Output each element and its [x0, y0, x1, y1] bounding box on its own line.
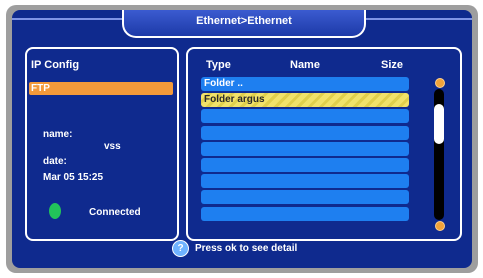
protocol-ftp-item[interactable]: FTP — [29, 82, 173, 95]
scrollbar[interactable] — [434, 89, 444, 220]
date-label: date: — [43, 156, 67, 167]
name-label: name: — [43, 129, 73, 140]
name-value: vss — [104, 141, 121, 152]
ip-config-panel: IP Config FTP name: vss date: Mar 05 15:… — [25, 47, 179, 241]
window-title: Ethernet>Ethernet — [122, 10, 366, 38]
help-hint: ? Press ok to see detail — [172, 238, 297, 258]
date-value: Mar 05 15:25 — [43, 172, 104, 183]
file-row-selected[interactable]: Folder argus — [201, 93, 409, 108]
question-icon: ? — [172, 239, 189, 257]
file-row-empty[interactable] — [201, 157, 409, 172]
scrollbar-thumb[interactable] — [434, 104, 444, 144]
column-header-size: Size — [381, 59, 404, 71]
file-row-parent[interactable]: Folder .. — [201, 77, 409, 91]
column-header-name: Name — [290, 59, 320, 71]
file-row-empty[interactable] — [201, 206, 409, 221]
column-header-type: Type — [206, 59, 231, 71]
file-row-empty[interactable] — [201, 109, 409, 124]
file-list: Folder .. Folder argus — [201, 77, 409, 231]
file-row-empty[interactable] — [201, 125, 409, 140]
hint-text: Press ok to see detail — [195, 242, 298, 254]
scroll-down-icon[interactable] — [435, 221, 445, 231]
menu-screen: Ethernet>Ethernet IP Config FTP name: vs… — [12, 10, 472, 268]
file-browser-panel: Type Name Size Folder .. Folder argus — [186, 47, 462, 241]
panel-heading: IP Config — [31, 59, 80, 71]
file-row-empty[interactable] — [201, 141, 409, 156]
file-row-empty[interactable] — [201, 190, 409, 205]
file-row-empty[interactable] — [201, 174, 409, 189]
connection-status-icon — [49, 203, 61, 219]
scroll-up-icon[interactable] — [435, 78, 445, 88]
connection-status: Connected — [89, 207, 141, 218]
